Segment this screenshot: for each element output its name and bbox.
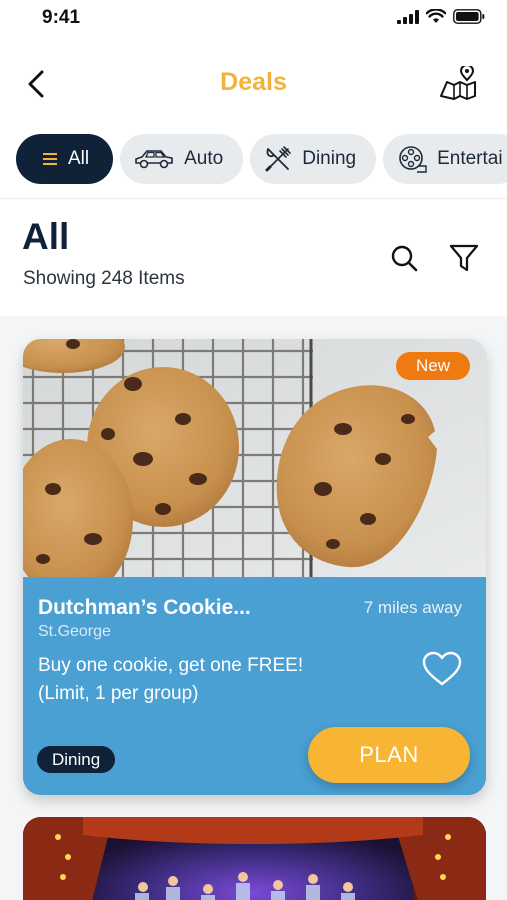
deal-location: St.George [38, 623, 111, 640]
fork-knife-icon [265, 146, 292, 172]
deal-card[interactable] [23, 817, 486, 900]
chip-auto[interactable]: Auto [120, 134, 244, 184]
deal-title: Dutchman’s Cookie... [38, 596, 251, 619]
car-icon [135, 150, 173, 169]
map-pin-icon [440, 66, 476, 100]
divider [0, 198, 507, 199]
status-time: 9:41 [42, 7, 81, 28]
wifi-icon [426, 9, 446, 23]
chip-label: All [68, 148, 90, 169]
deal-details: Dutchman’s Cookie... 7 miles away St.Geo… [23, 577, 486, 795]
deal-description: Buy one cookie, get one FREE! (Limit, 1 … [38, 652, 368, 708]
theater-stage-photo [23, 817, 486, 900]
header: Deals [0, 52, 507, 116]
deals-screen: 9:41 Deals All Auto Dining Entertai All … [0, 0, 507, 900]
page-title: Deals [220, 68, 287, 96]
list-icon [43, 153, 57, 165]
deal-card[interactable]: New Dutchman’s Cookie... 7 miles away St… [23, 339, 486, 795]
signal-icon [397, 9, 419, 24]
filter-button[interactable] [446, 240, 482, 276]
deal-description-line: Buy one cookie, get one FREE! [38, 655, 304, 676]
chip-label: Entertai [437, 148, 503, 169]
deal-distance: 7 miles away [363, 598, 462, 617]
map-button[interactable] [437, 64, 479, 102]
plan-button[interactable]: PLAN [308, 727, 470, 783]
chip-dining[interactable]: Dining [250, 134, 377, 184]
chip-entertainment[interactable]: Entertai [383, 134, 507, 184]
battery-icon [453, 9, 485, 24]
status-icons [397, 9, 485, 24]
chip-label: Auto [184, 148, 224, 169]
cookies-photo: New [23, 339, 486, 599]
search-icon [391, 245, 418, 272]
deal-description-line: (Limit, 1 per group) [38, 683, 199, 704]
film-reel-icon [399, 146, 427, 173]
category-chips: All Auto Dining Entertai [16, 134, 507, 184]
status-bar: 9:41 [0, 0, 507, 36]
section-title: All [22, 216, 70, 257]
search-button[interactable] [386, 240, 422, 276]
items-count: Showing 248 Items [23, 268, 185, 289]
new-badge: New [396, 352, 470, 380]
chip-all[interactable]: All [16, 134, 114, 184]
heart-icon [422, 651, 462, 686]
chip-label: Dining [302, 148, 357, 169]
favorite-button[interactable] [420, 649, 464, 689]
filter-icon [449, 244, 479, 272]
category-tag: Dining [37, 746, 116, 773]
